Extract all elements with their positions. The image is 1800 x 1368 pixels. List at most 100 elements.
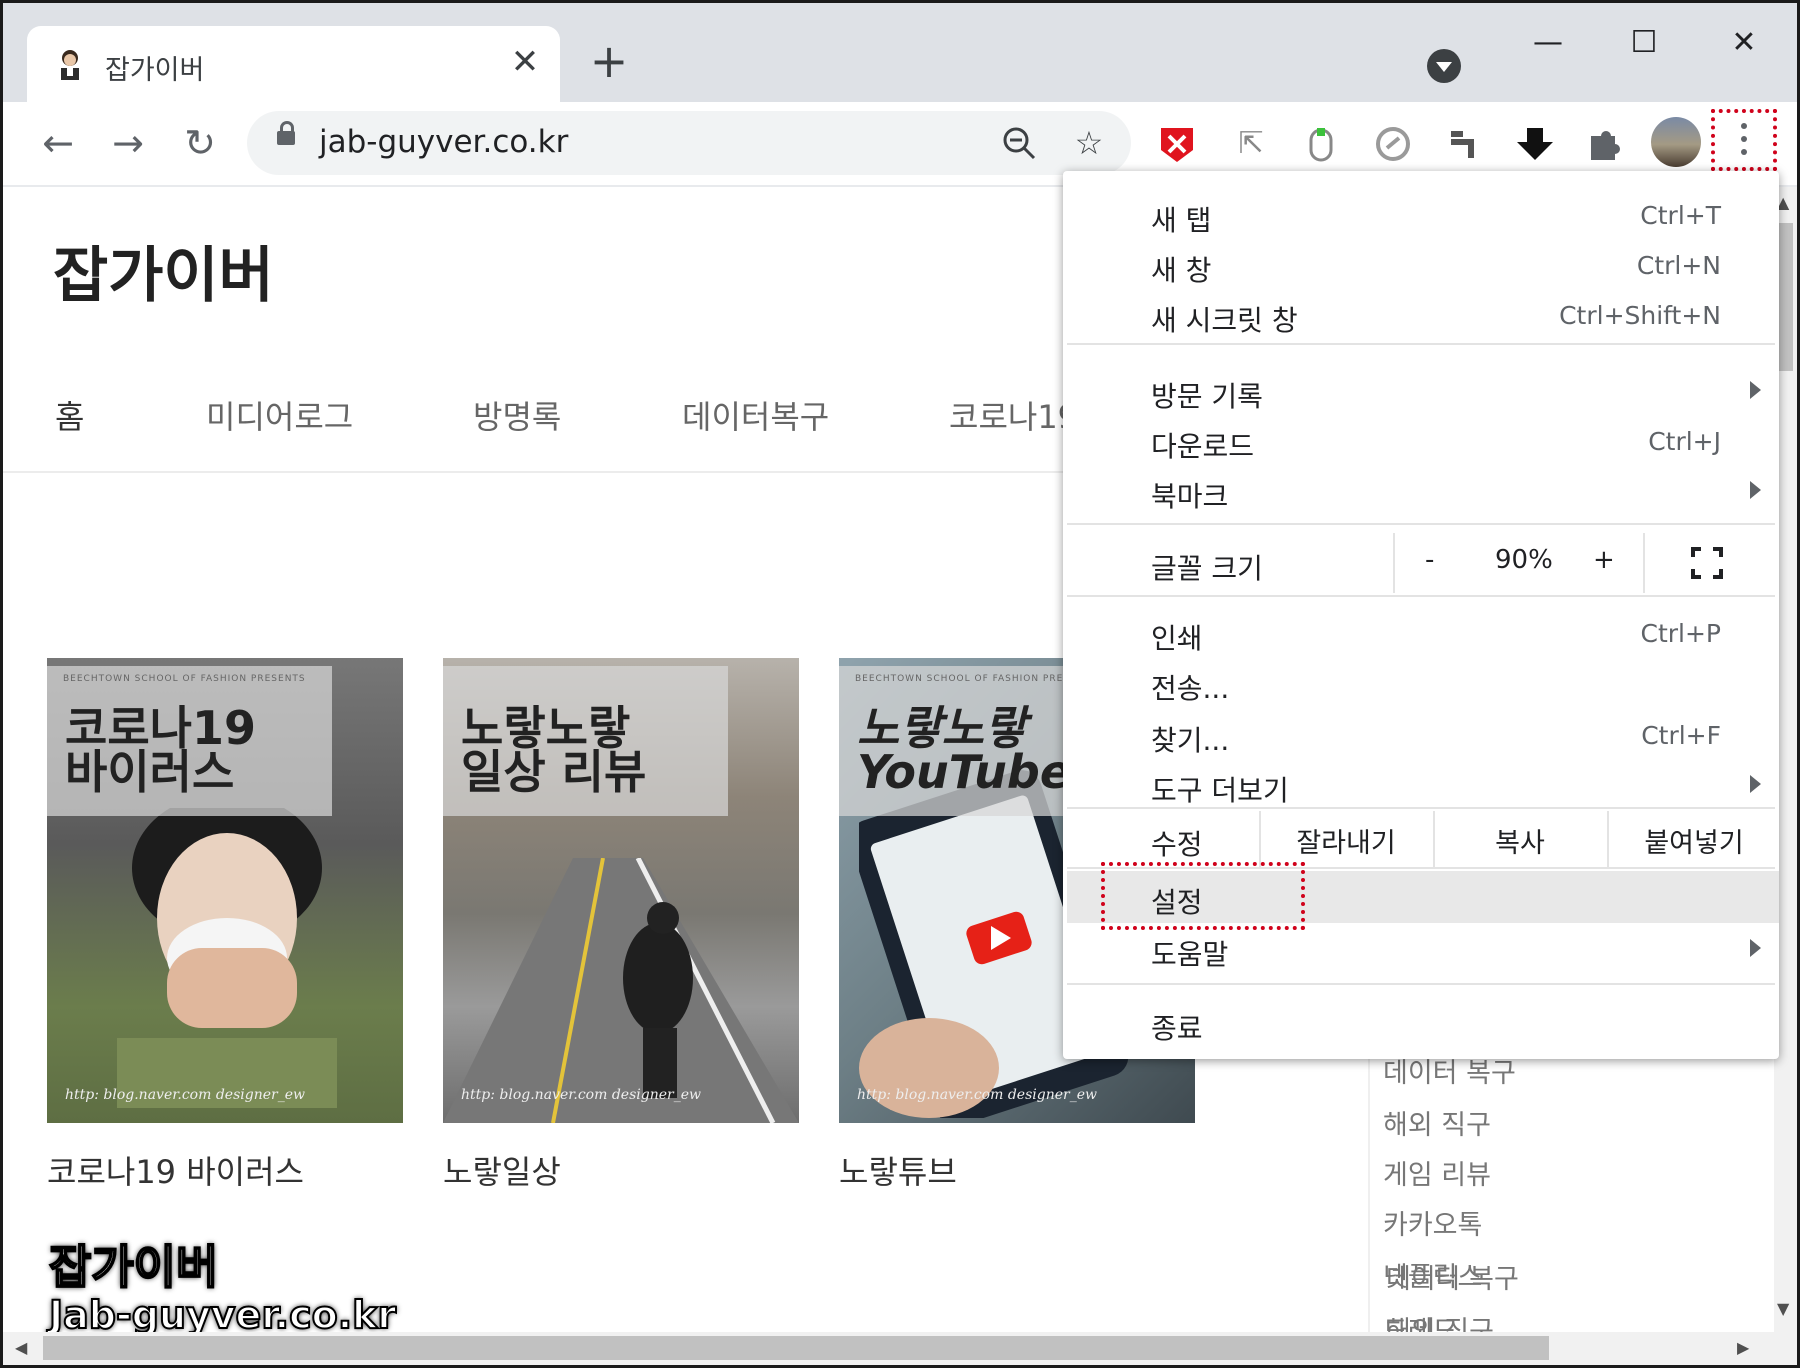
menu-item-label: 도움말 (1151, 938, 1229, 971)
nav-item-home[interactable]: 홈 (55, 392, 84, 438)
extensions-puzzle-icon[interactable] (1583, 122, 1627, 166)
nav-item-data-recovery[interactable]: 데이터복구 (682, 392, 829, 438)
menu-separator (1067, 343, 1775, 345)
zoom-divider (1643, 533, 1645, 593)
back-icon[interactable]: ← (33, 118, 83, 168)
tab-active[interactable]: 잡가이버 ✕ (27, 26, 560, 102)
submenu-arrow-icon (1750, 939, 1761, 957)
sidebar-item[interactable]: 게임 리뷰 (1383, 1153, 1491, 1192)
card-footer: http: blog.naver.com designer_ew (857, 1087, 1097, 1103)
tab-strip: 잡가이버 ✕ + — ☐ ✕ (3, 3, 1797, 102)
menu-item-label: 전송... (1151, 672, 1230, 705)
site-favicon-icon (61, 50, 79, 80)
card-heading: 노랗노랗 일상 리뷰 (461, 701, 647, 799)
extension-red-shield-icon[interactable] (1155, 122, 1199, 166)
sidebar-item[interactable]: 넷플릭스 (1383, 1255, 1482, 1294)
post-title[interactable]: 코로나19 바이러스 (47, 1147, 304, 1193)
menu-item-shortcut: Ctrl+Shift+N (1559, 301, 1721, 330)
menu-item-help[interactable]: 도움말 (1063, 925, 1779, 975)
menu-item-label: 새 탭 (1151, 204, 1212, 237)
zoom-out-button[interactable]: - (1425, 545, 1434, 575)
extension-arrow-icon[interactable] (1441, 122, 1485, 166)
menu-item-label: 다운로드 (1151, 430, 1255, 463)
zoom-out-icon[interactable] (999, 123, 1039, 163)
menu-item-shortcut: Ctrl+F (1641, 721, 1721, 750)
zoom-level: 90% (1495, 545, 1553, 575)
site-title[interactable]: 잡가이버 (53, 227, 274, 314)
post-card[interactable]: BEECHTOWN SCHOOL OF FASHION PRESENTS 코로나… (47, 658, 403, 1123)
more-vert-icon (1741, 123, 1747, 162)
post-card[interactable]: 노랗노랗 일상 리뷰 http: blog.naver.com designer… (443, 658, 799, 1123)
menu-item-find[interactable]: 찾기... Ctrl+F (1063, 711, 1779, 761)
more-vert-button[interactable] (1711, 109, 1777, 171)
menu-row-edit: 수정 잘라내기 복사 붙여넣기 (1063, 811, 1779, 867)
star-icon[interactable]: ☆ (1069, 123, 1109, 163)
forward-icon[interactable]: → (103, 118, 153, 168)
reload-icon[interactable]: ↻ (175, 118, 225, 168)
extension-mouse-icon[interactable] (1299, 122, 1343, 166)
menu-item-label: 새 창 (1151, 254, 1212, 287)
menu-item-exit[interactable]: 종료 (1063, 999, 1779, 1049)
tab-title: 잡가이버 (105, 55, 205, 86)
nav-item-medialog[interactable]: 미디어로그 (206, 392, 353, 438)
post-title[interactable]: 노랗일상 (443, 1147, 561, 1193)
menu-item-label: 종료 (1151, 1012, 1203, 1045)
profile-avatar[interactable] (1651, 117, 1701, 167)
chrome-main-menu: 새 탭 Ctrl+T 새 창 Ctrl+N 새 시크릿 창 Ctrl+Shift… (1063, 171, 1779, 1059)
nav-item-guestbook[interactable]: 방명록 (473, 392, 561, 438)
minimize-button[interactable]: — (1523, 25, 1573, 65)
menu-item-label: 새 시크릿 창 (1151, 304, 1298, 337)
browser-window: 잡가이버 ✕ + — ☐ ✕ ← → ↻ jab-guyver.co.kr ☆ … (0, 0, 1800, 1368)
menu-item-cast[interactable]: 전송... (1063, 659, 1779, 709)
close-window-button[interactable]: ✕ (1719, 25, 1769, 65)
scroll-right-icon[interactable]: ▶ (1737, 1338, 1749, 1357)
extension-cursor-icon[interactable]: ⇱ (1229, 122, 1273, 166)
watermark-url: Jab-guyver.co.kr (48, 1292, 397, 1338)
submenu-arrow-icon (1750, 481, 1761, 499)
menu-item-label: 인쇄 (1151, 622, 1203, 655)
menu-item-history[interactable]: 방문 기록 (1063, 367, 1779, 417)
paste-button[interactable]: 붙여넣기 (1609, 821, 1779, 860)
menu-item-print[interactable]: 인쇄 Ctrl+P (1063, 609, 1779, 659)
tab-close-icon[interactable]: ✕ (503, 40, 547, 84)
menu-item-new-window[interactable]: 새 창 Ctrl+N (1063, 241, 1779, 291)
url-text[interactable]: jab-guyver.co.kr (319, 124, 568, 160)
vertical-scroll-thumb[interactable] (1778, 223, 1793, 371)
extension-gauge-icon[interactable] (1371, 122, 1415, 166)
fullscreen-icon[interactable] (1691, 547, 1723, 579)
menu-item-downloads[interactable]: 다운로드 Ctrl+J (1063, 417, 1779, 467)
card-tag: BEECHTOWN SCHOOL OF FASHION PRES (855, 674, 1071, 684)
new-tab-button[interactable]: + (587, 38, 631, 85)
maximize-button[interactable]: ☐ (1619, 25, 1669, 65)
nav-divider (3, 471, 1103, 473)
lock-icon[interactable] (277, 121, 295, 145)
extension-download-icon[interactable] (1513, 122, 1557, 166)
menu-item-bookmarks[interactable]: 북마크 (1063, 467, 1779, 517)
sidebar-item[interactable]: 해외 직구 (1383, 1103, 1491, 1142)
cut-button[interactable]: 잘라내기 (1261, 821, 1431, 860)
post-title[interactable]: 노랗튜브 (839, 1147, 957, 1193)
nav-item-corona[interactable]: 코로나19 (949, 392, 1078, 438)
site-nav: 홈 미디어로그 방명록 데이터복구 코로나19 (3, 392, 1103, 452)
card-heading: 노랗노랗 YouTube (857, 701, 1072, 799)
sidebar-item[interactable]: 드레드 (1383, 1309, 1458, 1333)
card-heading: 코로나19 바이러스 (65, 701, 256, 799)
tab-search-icon[interactable] (1427, 49, 1461, 83)
menu-separator (1067, 523, 1775, 525)
scroll-left-icon[interactable]: ◀ (15, 1338, 27, 1357)
address-bar[interactable]: jab-guyver.co.kr ☆ (247, 111, 1131, 175)
settings-callout-box (1101, 862, 1305, 930)
menu-separator (1067, 595, 1775, 597)
scroll-down-icon[interactable]: ▼ (1777, 1299, 1789, 1318)
menu-item-more-tools[interactable]: 도구 더보기 (1063, 761, 1779, 811)
zoom-in-button[interactable]: + (1593, 545, 1615, 575)
menu-item-shortcut: Ctrl+T (1640, 201, 1721, 230)
sidebar-item[interactable]: 카카오톡 (1383, 1203, 1482, 1242)
menu-item-incognito[interactable]: 새 시크릿 창 Ctrl+Shift+N (1063, 291, 1779, 341)
card-footer: http: blog.naver.com designer_ew (461, 1087, 701, 1103)
menu-separator (1067, 983, 1775, 985)
copy-button[interactable]: 복사 (1435, 821, 1605, 860)
menu-item-label: 도구 더보기 (1151, 774, 1289, 807)
menu-item-new-tab[interactable]: 새 탭 Ctrl+T (1063, 191, 1779, 241)
horizontal-scroll-thumb[interactable] (43, 1336, 1549, 1360)
